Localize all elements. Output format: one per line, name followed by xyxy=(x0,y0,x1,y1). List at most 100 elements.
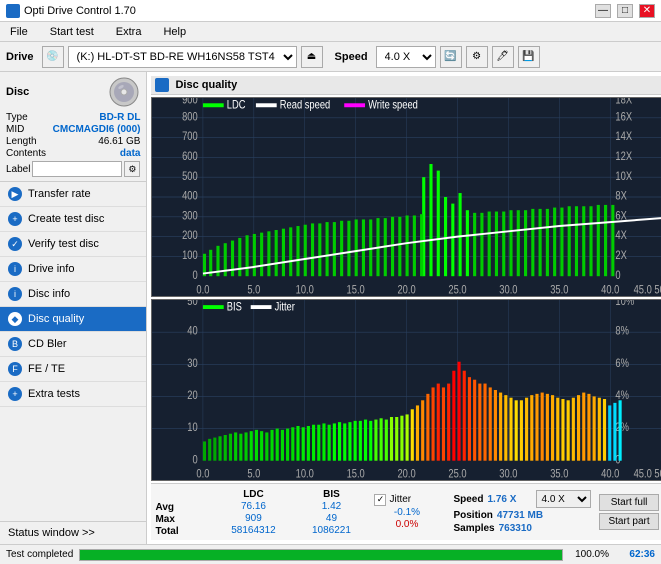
svg-text:10%: 10% xyxy=(616,300,635,308)
svg-text:10: 10 xyxy=(188,421,199,434)
nav-disc-quality[interactable]: ◆ Disc quality xyxy=(0,307,146,332)
disc-label-input[interactable] xyxy=(32,161,122,177)
svg-text:700: 700 xyxy=(183,130,199,143)
jitter-checkbox-row[interactable]: ✓ Jitter xyxy=(374,494,439,506)
position-label: Position xyxy=(453,510,492,521)
nav-disc-info[interactable]: i Disc info xyxy=(0,282,146,307)
jitter-max: 0.0% xyxy=(374,519,439,530)
jitter-col: ✓ Jitter -0.1% 0.0% xyxy=(374,494,439,531)
cd-bler-icon: B xyxy=(8,337,22,351)
svg-text:500: 500 xyxy=(183,170,199,183)
stats-row: Avg Max Total LDC 76.16 909 58164312 BIS… xyxy=(151,483,661,540)
svg-text:5.0: 5.0 xyxy=(248,468,261,480)
refresh-button[interactable]: 🔄 xyxy=(440,46,462,68)
fe-te-icon: F xyxy=(8,362,22,376)
disc-mid-value: CMCMAGDI6 (000) xyxy=(53,124,141,135)
nav-transfer-rate[interactable]: ▶ Transfer rate xyxy=(0,182,146,207)
drive-info-icon: i xyxy=(8,262,22,276)
drive-icon-btn[interactable]: 💿 xyxy=(42,46,64,68)
right-panel: Disc quality xyxy=(147,72,661,544)
settings-button1[interactable]: ⚙ xyxy=(466,46,488,68)
nav-extra-tests[interactable]: + Extra tests xyxy=(0,382,146,407)
menu-help[interactable]: Help xyxy=(157,24,192,40)
svg-text:0.0: 0.0 xyxy=(197,468,210,480)
top-chart-svg: 0 100 200 300 400 500 600 700 800 900 0 xyxy=(152,98,661,296)
menu-extra[interactable]: Extra xyxy=(110,24,148,40)
disc-header: Disc xyxy=(6,76,140,108)
disc-section: Disc Type BD-R DL MID CMCMA xyxy=(0,72,146,182)
disc-contents-value: data xyxy=(120,148,141,159)
drive-select[interactable]: (K:) HL-DT-ST BD-RE WH16NS58 TST4 xyxy=(68,46,297,68)
title-bar-controls: — □ ✕ xyxy=(595,4,655,18)
svg-text:45.0 50.0 GB: 45.0 50.0 GB xyxy=(634,283,661,296)
nav-drive-info[interactable]: i Drive info xyxy=(0,257,146,282)
speed-select[interactable]: 4.0 X 8.0 X 2.0 X xyxy=(376,46,436,68)
title-bar: Opti Drive Control 1.70 — □ ✕ xyxy=(0,0,661,22)
jitter-checkbox[interactable]: ✓ xyxy=(374,494,386,506)
top-chart: 0 100 200 300 400 500 600 700 800 900 0 xyxy=(151,97,661,297)
svg-text:4%: 4% xyxy=(616,389,630,402)
svg-text:6%: 6% xyxy=(616,357,630,370)
bis-total: 1086221 xyxy=(296,525,366,536)
minimize-button[interactable]: — xyxy=(595,4,611,18)
menu-file[interactable]: File xyxy=(4,24,34,40)
nav-transfer-rate-label: Transfer rate xyxy=(28,188,91,200)
disc-label-row: Label ⚙ xyxy=(6,161,140,177)
nav-verify-test-disc-label: Verify test disc xyxy=(28,238,99,250)
nav-fe-te-label: FE / TE xyxy=(28,363,65,375)
nav-extra-tests-label: Extra tests xyxy=(28,388,80,400)
disc-type-value: BD-R DL xyxy=(99,112,140,123)
svg-text:8%: 8% xyxy=(616,325,630,338)
maximize-button[interactable]: □ xyxy=(617,4,633,18)
eject-button[interactable]: ⏏ xyxy=(301,46,323,68)
svg-text:0: 0 xyxy=(616,269,621,282)
charts-area: 0 100 200 300 400 500 600 700 800 900 0 xyxy=(151,97,661,540)
speed-stat-label: Speed xyxy=(453,494,483,505)
disc-fields: Type BD-R DL MID CMCMAGDI6 (000) Length … xyxy=(6,112,140,177)
svg-text:40.0: 40.0 xyxy=(602,468,620,480)
nav-disc-info-label: Disc info xyxy=(28,288,70,300)
close-button[interactable]: ✕ xyxy=(639,4,655,18)
chart-header: Disc quality xyxy=(151,76,661,95)
samples-value: 763310 xyxy=(499,523,532,534)
left-bottom-spacer xyxy=(0,407,146,521)
settings-button2[interactable]: 🖊 xyxy=(492,46,514,68)
right-stats: Speed 1.76 X 4.0 X Position 47731 MB Sam… xyxy=(453,490,591,534)
disc-mid-label: MID xyxy=(6,124,24,135)
time-text: 62:36 xyxy=(615,549,655,560)
svg-text:0: 0 xyxy=(193,453,198,466)
disc-contents-label: Contents xyxy=(6,148,46,159)
avg-label: Avg xyxy=(155,502,210,513)
nav-verify-test-disc[interactable]: ✓ Verify test disc xyxy=(0,232,146,257)
svg-text:25.0: 25.0 xyxy=(449,468,467,480)
nav-cd-bler[interactable]: B CD Bler xyxy=(0,332,146,357)
create-test-disc-icon: + xyxy=(8,212,22,226)
nav-create-test-disc[interactable]: + Create test disc xyxy=(0,207,146,232)
svg-text:100: 100 xyxy=(183,249,199,262)
speed-stat-select[interactable]: 4.0 X xyxy=(536,490,591,508)
svg-text:600: 600 xyxy=(183,150,199,163)
svg-text:40: 40 xyxy=(188,325,199,338)
svg-text:16X: 16X xyxy=(616,110,633,123)
app-title: Opti Drive Control 1.70 xyxy=(24,5,136,17)
svg-text:20.0: 20.0 xyxy=(398,468,416,480)
svg-text:18X: 18X xyxy=(616,98,633,107)
jitter-label: Jitter xyxy=(389,494,411,505)
status-window-button[interactable]: Status window >> xyxy=(0,521,146,544)
disc-label-button[interactable]: ⚙ xyxy=(124,161,140,177)
svg-text:Write speed: Write speed xyxy=(369,99,419,112)
verify-test-disc-icon: ✓ xyxy=(8,237,22,251)
start-full-button[interactable]: Start full xyxy=(599,494,658,511)
start-part-button[interactable]: Start part xyxy=(599,513,658,530)
start-buttons: Start full Start part xyxy=(599,494,658,530)
svg-text:50: 50 xyxy=(188,300,199,308)
position-value: 47731 MB xyxy=(497,510,543,521)
menu-start-test[interactable]: Start test xyxy=(44,24,100,40)
save-button[interactable]: 💾 xyxy=(518,46,540,68)
ldc-total: 58164312 xyxy=(218,525,288,536)
svg-text:20.0: 20.0 xyxy=(398,283,416,296)
nav-fe-te[interactable]: F FE / TE xyxy=(0,357,146,382)
bottom-chart-svg: 0 10 20 30 40 50 0 2% 4% 6% 8% 10% xyxy=(152,300,661,480)
svg-text:20: 20 xyxy=(188,389,199,402)
bis-max: 49 xyxy=(296,513,366,524)
